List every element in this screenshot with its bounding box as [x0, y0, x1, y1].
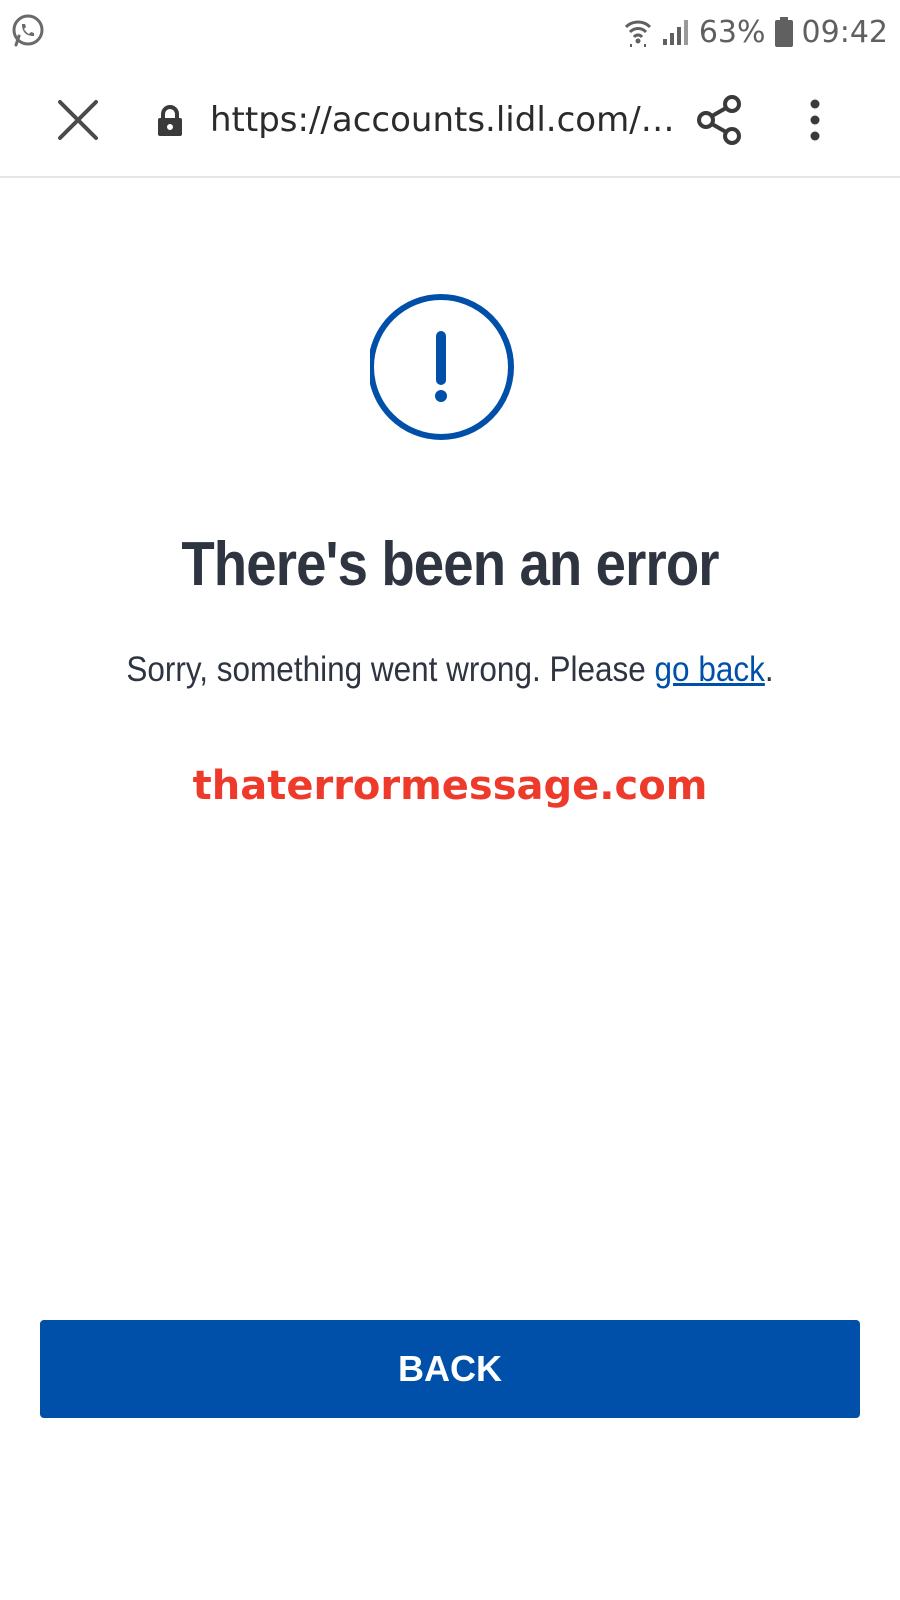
- signal-icon: [661, 17, 691, 47]
- error-message: Sorry, something went wrong. Please go b…: [45, 642, 855, 698]
- watermark: thaterrormessage.com: [192, 763, 708, 809]
- page-title: There's been an error: [181, 530, 719, 599]
- browser-toolbar: https://accounts.lidl.com/…: [0, 64, 900, 178]
- lock-icon: [155, 104, 185, 138]
- whatsapp-icon: [10, 12, 46, 48]
- exclamation-circle-icon: [368, 294, 520, 444]
- battery-icon: [774, 16, 794, 48]
- status-indicators: 63% 09:42: [623, 8, 888, 56]
- clock: 09:42: [801, 14, 888, 50]
- message-suffix: .: [764, 650, 774, 689]
- more-vert-icon[interactable]: [800, 92, 830, 148]
- back-button[interactable]: BACK: [40, 1320, 860, 1418]
- status-bar: 63% 09:42: [0, 0, 900, 64]
- close-icon[interactable]: [54, 96, 102, 144]
- wifi-icon: [623, 16, 653, 48]
- share-icon[interactable]: [692, 92, 748, 148]
- go-back-link[interactable]: go back: [655, 650, 765, 689]
- message-text: Sorry, something went wrong. Please: [126, 650, 655, 689]
- url-bar[interactable]: https://accounts.lidl.com/…: [210, 92, 680, 148]
- battery-percent: 63%: [698, 14, 766, 50]
